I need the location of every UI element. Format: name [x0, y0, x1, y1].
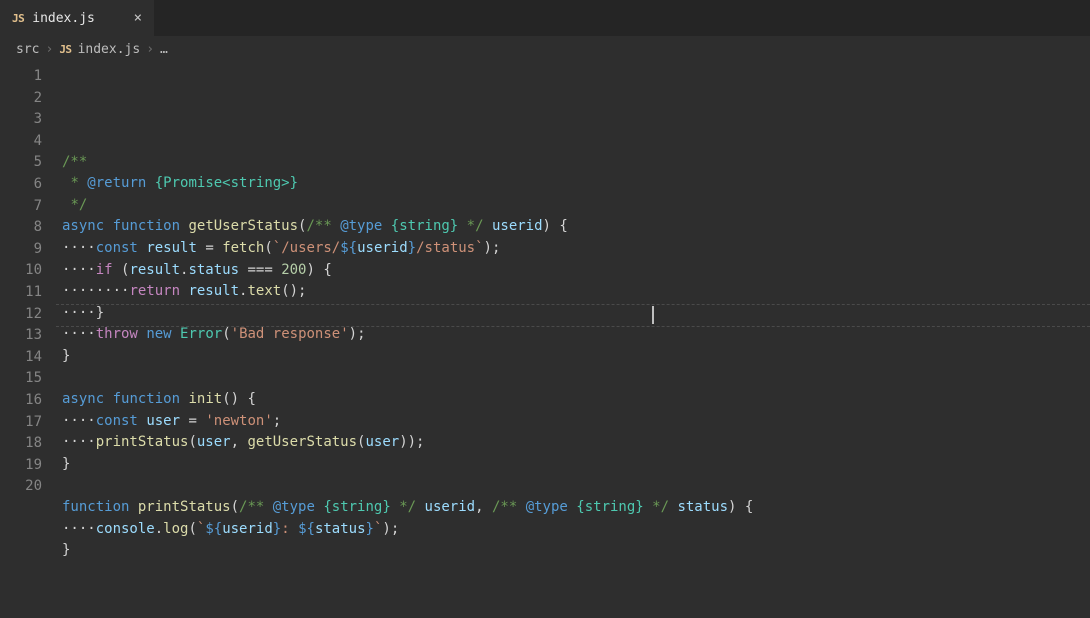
code-line[interactable]: ····console.log(`${userid}: ${status}`);	[62, 519, 1090, 541]
line-number[interactable]: 2	[0, 88, 56, 110]
code-line[interactable]: * @return {Promise<string>}	[62, 173, 1090, 195]
code-line[interactable]: }	[62, 454, 1090, 476]
line-number[interactable]: 10	[0, 260, 56, 282]
line-number[interactable]: 3	[0, 109, 56, 131]
tab-label: index.js	[32, 11, 95, 26]
breadcrumb[interactable]: src › JS index.js › …	[0, 36, 1090, 62]
line-number[interactable]: 15	[0, 368, 56, 390]
code-line[interactable]: ····throw new Error('Bad response');	[62, 324, 1090, 346]
editor[interactable]: 1234567891011121314151617181920 /** * @r…	[0, 62, 1090, 618]
code-line[interactable]: ····const user = 'newton';	[62, 411, 1090, 433]
line-number[interactable]: 6	[0, 174, 56, 196]
chevron-right-icon: ›	[45, 42, 53, 57]
line-number[interactable]: 16	[0, 390, 56, 412]
line-number[interactable]: 4	[0, 131, 56, 153]
line-number[interactable]: 14	[0, 347, 56, 369]
line-number[interactable]: 9	[0, 239, 56, 261]
line-number[interactable]: 17	[0, 412, 56, 434]
code-line[interactable]: ····const result = fetch(`/users/${useri…	[62, 238, 1090, 260]
line-number[interactable]: 7	[0, 196, 56, 218]
code-line[interactable]	[62, 130, 1090, 152]
code-line[interactable]	[62, 476, 1090, 498]
line-number[interactable]: 8	[0, 217, 56, 239]
code-line[interactable]: function printStatus(/** @type {string} …	[62, 497, 1090, 519]
tab-bar: JS index.js ×	[0, 0, 1090, 36]
line-number[interactable]: 13	[0, 325, 56, 347]
line-number[interactable]: 19	[0, 455, 56, 477]
code-line[interactable]: async function getUserStatus(/** @type {…	[62, 216, 1090, 238]
line-number[interactable]: 18	[0, 433, 56, 455]
code-line[interactable]: async function init() {	[62, 389, 1090, 411]
code-line[interactable]: ····printStatus(user, getUserStatus(user…	[62, 432, 1090, 454]
breadcrumb-ellipsis[interactable]: …	[160, 42, 168, 57]
code-line[interactable]: /**	[62, 152, 1090, 174]
line-number[interactable]: 12	[0, 304, 56, 326]
text-caret	[652, 306, 654, 324]
code-line[interactable]: ····}	[62, 303, 1090, 325]
line-number-gutter[interactable]: 1234567891011121314151617181920	[0, 62, 56, 618]
line-number[interactable]: 1	[0, 66, 56, 88]
js-icon: JS	[12, 12, 24, 25]
code-line[interactable]: }	[62, 540, 1090, 562]
line-number[interactable]: 11	[0, 282, 56, 304]
code-area[interactable]: /** * @return {Promise<string>} */async …	[56, 62, 1090, 618]
code-line[interactable]: ····if (result.status === 200) {	[62, 260, 1090, 282]
breadcrumb-root[interactable]: src	[16, 42, 39, 57]
chevron-right-icon: ›	[146, 42, 154, 57]
line-number[interactable]: 20	[0, 476, 56, 498]
code-line[interactable]: */	[62, 195, 1090, 217]
line-number[interactable]: 5	[0, 152, 56, 174]
tab-index-js[interactable]: JS index.js ×	[0, 0, 154, 36]
close-icon[interactable]: ×	[134, 11, 142, 25]
code-line[interactable]: ········return result.text();	[62, 281, 1090, 303]
js-icon: JS	[59, 43, 71, 56]
code-line[interactable]: }	[62, 346, 1090, 368]
breadcrumb-file[interactable]: index.js	[78, 42, 141, 57]
code-line[interactable]	[62, 368, 1090, 390]
